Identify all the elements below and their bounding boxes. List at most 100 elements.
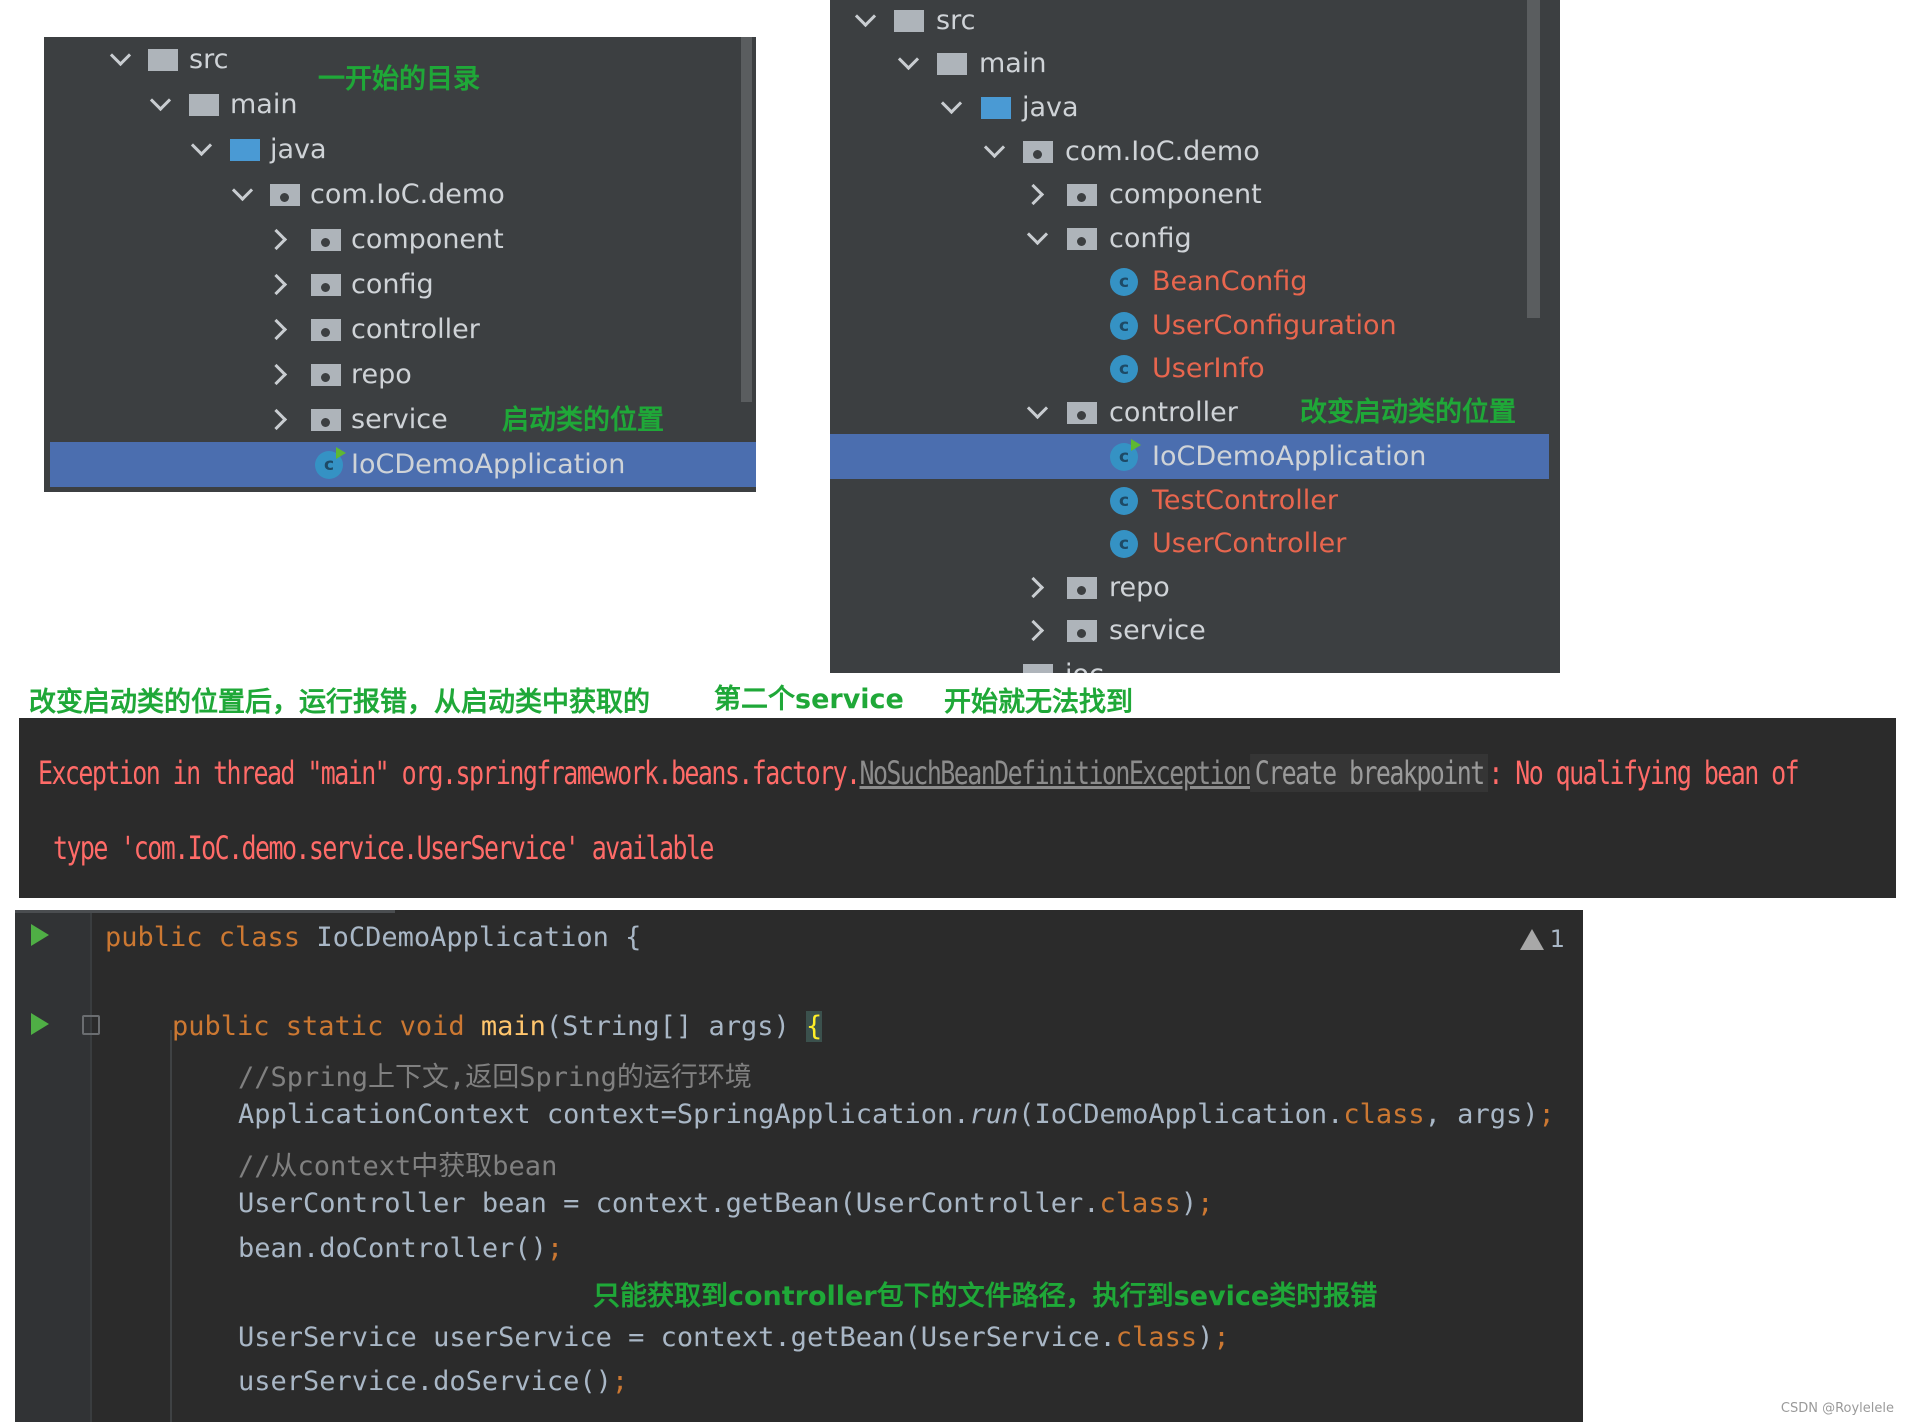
class-icon: c [1110,486,1138,515]
chevron-down-icon[interactable] [897,48,920,71]
tree-item-main[interactable]: main [830,41,1560,86]
caption-part1: 改变启动类的位置后，运行报错，从启动类中获取的 [29,687,650,718]
tree-item-userinfo[interactable]: c UserInfo [830,346,1560,391]
create-breakpoint-hint[interactable]: Create breakpoint [1250,754,1489,792]
tree-item-java[interactable]: java [44,127,756,172]
tree-item-beanconfig[interactable]: c BeanConfig [830,259,1560,304]
chevron-right-icon[interactable] [265,408,288,431]
run-main-icon[interactable] [31,1013,49,1035]
code-text: ) [1180,1188,1198,1219]
folder-icon [148,48,178,71]
code-text: bean.doController() [238,1233,547,1264]
tree-item-label: component [351,224,504,255]
editor-tab-indicator [15,910,395,913]
code-line-comment-2: //从context中获取bean [238,1151,558,1182]
code-text: UserService userService = context.getBea… [238,1322,1116,1353]
code-text: UserController bean = context.getBean(Us… [238,1188,1100,1219]
package-icon [1067,576,1097,599]
tree-item-config[interactable]: config [830,216,1560,261]
method-name: main [480,1011,546,1042]
tree-item-iocdemoapplication[interactable]: c IoCDemoApplication [830,434,1549,479]
tree-item-component[interactable]: component [830,172,1560,217]
tree-item-src[interactable]: src [830,0,1560,43]
chevron-down-icon[interactable] [1026,223,1049,246]
annotation-error-explanation: 只能获取到controller包下的文件路径，执行到sevice类时报错 [593,1281,1378,1312]
chevron-down-icon[interactable] [190,134,213,157]
error-console: Exception in thread "main" org.springfra… [19,718,1896,898]
chevron-down-icon[interactable] [149,89,172,112]
folder-icon [894,9,924,32]
package-icon [311,363,341,386]
chevron-right-icon[interactable] [265,318,288,341]
chevron-right-icon[interactable] [1022,576,1045,599]
tree-item-iocdemoapplication[interactable]: c IoCDemoApplication [50,442,756,487]
chevron-down-icon[interactable] [940,92,963,115]
class-icon: c [1110,267,1138,296]
tree-item-label: UserConfiguration [1152,310,1397,341]
semicolon: ; [611,1366,629,1397]
exception-link[interactable]: NoSuchBeanDefinitionException [859,754,1251,792]
tree-item-label: IoCDemoApplication [351,449,626,480]
package-icon [1067,227,1097,250]
code-editor[interactable]: 1 public class IoCDemoApplication { publ… [15,910,1583,1422]
tree-item-package-root[interactable]: com.IoC.demo [830,129,1560,174]
chevron-right-icon[interactable] [265,363,288,386]
caption-part3: 开始就无法找到 [944,687,1133,718]
chevron-down-icon[interactable] [983,136,1006,159]
tree-item-label: BeanConfig [1152,266,1308,297]
tree-item-controller[interactable]: controller [44,307,756,352]
error-prefix: Exception in thread "main" org.springfra… [38,754,861,792]
tree-item-label: config [1109,223,1192,254]
tree-item-config[interactable]: config [44,262,756,307]
code-text: userService.doService() [238,1366,612,1397]
folder-icon [189,93,219,116]
code-line-context: ApplicationContext context=SpringApplica… [238,1099,1555,1130]
package-icon [1023,663,1053,673]
tree-item-label: com.IoC.demo [310,179,505,210]
fold-marker-icon[interactable] [82,1015,100,1035]
chevron-right-icon[interactable] [265,273,288,296]
tree-item-java[interactable]: java [830,85,1560,130]
tree-item-ioc[interactable]: ioc [830,652,1560,673]
tree-item-package-root[interactable]: com.IoC.demo [44,172,756,217]
spring-class-icon: c [1110,438,1141,471]
tree-item-usercontroller[interactable]: c UserController [830,521,1560,566]
chevron-right-icon[interactable] [1022,183,1045,206]
chevron-down-icon[interactable] [231,179,254,202]
tree-item-repo[interactable]: repo [830,565,1560,610]
run-class-icon[interactable] [31,924,49,946]
code-text: ApplicationContext context=SpringApplica… [238,1099,970,1130]
indent-guide [170,1030,172,1422]
watermark: CSDN @Roylelele [1780,1401,1894,1416]
folder-icon [937,52,967,75]
package-icon [311,408,341,431]
package-icon [1067,619,1097,642]
code-line-doservice: userService.doService(); [238,1366,628,1397]
code-text: (IoCDemoApplication. [1018,1099,1344,1130]
annotation-initial-directory: 一开始的目录 [318,64,480,95]
code-line-getbean-service: UserService userService = context.getBea… [238,1322,1230,1353]
gutter-divider [90,910,92,1422]
warning-icon [1519,928,1544,950]
chevron-down-icon[interactable] [854,5,877,28]
semicolon: ; [1538,1099,1555,1130]
tree-item-label: service [351,404,448,435]
chevron-down-icon[interactable] [109,44,132,67]
editor-gutter [15,910,90,1422]
tree-item-component[interactable]: component [44,217,756,262]
keyword: public class [105,922,317,953]
code-line-comment-1: //Spring上下文,返回Spring的运行环境 [238,1062,752,1093]
package-icon [1067,183,1097,206]
chevron-right-icon[interactable] [265,228,288,251]
tree-item-userconfiguration[interactable]: c UserConfiguration [830,303,1560,348]
tree-item-label: java [1022,92,1079,123]
error-line-2: type 'com.IoC.demo.service.UserService' … [53,829,714,867]
tree-item-repo[interactable]: repo [44,352,756,397]
inspection-widget[interactable]: 1 [1519,925,1565,953]
tree-item-service[interactable]: service [830,608,1560,653]
static-call: run [969,1099,1019,1130]
chevron-right-icon[interactable] [1022,619,1045,642]
chevron-down-icon[interactable] [1026,397,1049,420]
tree-item-testcontroller[interactable]: c TestController [830,478,1560,523]
error-suffix: : No qualifying bean of [1488,754,1799,792]
